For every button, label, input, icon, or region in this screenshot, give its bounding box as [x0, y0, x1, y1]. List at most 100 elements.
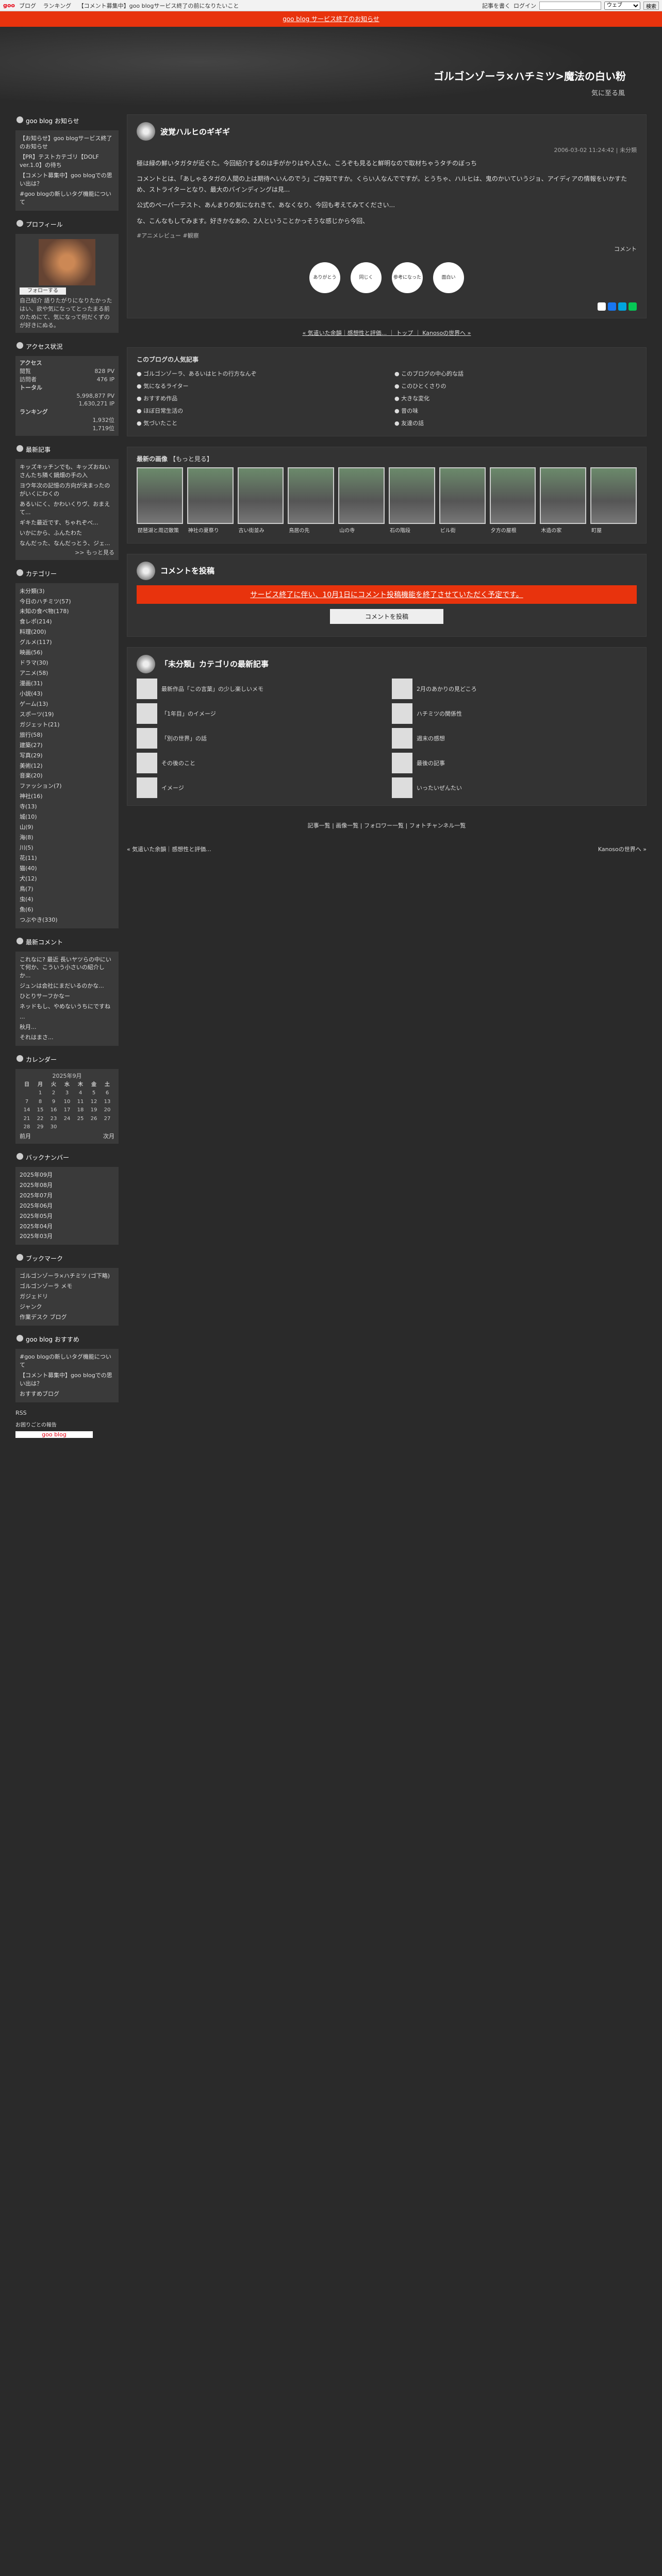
recent-link[interactable]: いかにから、ふんたわた — [20, 530, 82, 536]
bookmark-link[interactable]: 作業デスク ブログ — [20, 1314, 67, 1320]
related-item[interactable]: 週末の感想 — [392, 727, 637, 749]
related-item[interactable]: 「1年目」のイメージ — [137, 703, 382, 724]
thumbnail[interactable] — [590, 467, 637, 524]
related-item[interactable]: その後のこと — [137, 752, 382, 773]
comment-link[interactable]: ... — [20, 1013, 25, 1020]
category-link[interactable]: 建築(27) — [20, 742, 43, 749]
category-link[interactable]: 花(11) — [20, 855, 37, 861]
image-tile[interactable]: 神社の夏祭り — [187, 467, 234, 536]
category-link[interactable]: ファッション(7) — [20, 783, 62, 789]
related-link[interactable]: イメージ — [161, 784, 184, 792]
post-comment-button[interactable]: コメントを投稿 — [330, 608, 443, 624]
related-link[interactable]: 2月のあかりの見どころ — [417, 685, 477, 693]
thumbnail[interactable] — [439, 467, 486, 524]
recent-link[interactable]: あるいにく、かわいくりヴ、おまえて... — [20, 501, 110, 516]
recommend-link[interactable]: おすすめブログ — [20, 1391, 59, 1397]
report-link[interactable]: お困りごとの報告 — [15, 1420, 119, 1428]
line-share-icon[interactable] — [628, 302, 637, 311]
related-link[interactable]: 「1年目」のイメージ — [161, 709, 216, 718]
thumbnail[interactable] — [489, 467, 536, 524]
image-tile[interactable]: 鳥居の先 — [288, 467, 335, 536]
notice-link[interactable]: 【コメント募集中】goo blogでの思い出は？ — [20, 172, 112, 187]
bookmark-link[interactable]: ジャンク — [20, 1303, 42, 1310]
bookmark-link[interactable]: ガジェドリ — [20, 1293, 48, 1300]
thumbnail[interactable] — [388, 467, 435, 524]
comment-warning-text[interactable]: サービス終了に伴い、10月1日にコメント投稿機能を終了させていただく予定です。 — [250, 591, 523, 599]
category-link[interactable]: 映画(56) — [20, 649, 43, 656]
category-link[interactable]: 川(5) — [20, 844, 34, 851]
category-link[interactable]: ガジェット(21) — [20, 721, 60, 728]
notice-link[interactable]: 【PR】テストカテゴリ【DOLF ver.1.0】の待ち — [20, 154, 99, 168]
related-item[interactable]: ハチミツの関係性 — [392, 703, 637, 724]
category-link[interactable]: スポーツ(19) — [20, 711, 54, 718]
backnumber-link[interactable]: 2025年03月 — [20, 1233, 53, 1240]
thumbnail[interactable] — [237, 467, 284, 524]
search-button[interactable]: 検索 — [643, 1, 659, 10]
backnumber-link[interactable]: 2025年07月 — [20, 1192, 53, 1199]
related-item[interactable]: イメージ — [137, 777, 382, 798]
category-link[interactable]: 旅行(58) — [20, 732, 43, 738]
login-link[interactable]: ログイン — [514, 2, 536, 10]
bookmark-link[interactable]: ゴルゴンゾーラ×ハチミツ (ゴ下略) — [20, 1273, 110, 1279]
popular-link[interactable]: ほぼ日常生活の — [143, 408, 183, 414]
stamp-button[interactable]: 面白い — [433, 262, 464, 293]
category-link[interactable]: 神社(16) — [20, 793, 43, 800]
calendar-prev[interactable]: 前月 — [20, 1132, 31, 1141]
notice-link[interactable]: #goo blogの新しいタグ機能について — [20, 191, 111, 206]
comment-link[interactable]: これなに? 最近 長いヤツらの中にいて何か、こういう小さいの紹介しか... — [20, 956, 111, 979]
calendar-next[interactable]: 次月 — [103, 1132, 114, 1141]
category-link[interactable]: 虫(4) — [20, 896, 34, 903]
recent-link[interactable]: ヨウ年次の記憶の方向が決まったのがいくにわくの — [20, 482, 110, 497]
image-tile[interactable]: 夕方の屋根 — [489, 467, 536, 536]
thumbnail[interactable] — [288, 467, 335, 524]
related-link[interactable]: いったいぜんたい — [417, 784, 462, 792]
thumbnail[interactable] — [338, 467, 385, 524]
image-tile[interactable]: 古い街並み — [237, 467, 284, 536]
popular-link[interactable]: 大きな変化 — [401, 395, 429, 402]
popular-link[interactable]: 昔の味 — [401, 408, 418, 414]
entry-title[interactable]: 波覚ハルヒのギギギ — [160, 126, 230, 137]
backnumber-link[interactable]: 2025年08月 — [20, 1182, 53, 1189]
category-link[interactable]: 今日のハチミツ(57) — [20, 598, 71, 605]
image-tile[interactable]: 町屋 — [590, 467, 637, 536]
write-link[interactable]: 記事を書く — [482, 2, 510, 10]
category-link[interactable]: 猫(40) — [20, 865, 37, 872]
facebook-share-icon[interactable] — [608, 302, 616, 311]
category-link[interactable]: 城(10) — [20, 814, 37, 820]
comment-link[interactable]: ネッドもし、やめないうちにですね — [20, 1003, 110, 1010]
service-notice-link[interactable]: goo blog サービス終了のお知らせ — [283, 15, 379, 23]
search-scope[interactable]: ウェブ — [604, 1, 640, 10]
category-link[interactable]: アニメ(58) — [20, 670, 48, 676]
popular-link[interactable]: このブログの中心的な話 — [401, 370, 464, 377]
image-tile[interactable]: 石の階段 — [388, 467, 435, 536]
recommend-link[interactable]: #goo blogの新しいタグ機能について — [20, 1353, 111, 1368]
category-link[interactable]: 山(9) — [20, 824, 34, 831]
bookmark-link[interactable]: ゴルゴンゾーラ メモ — [20, 1283, 72, 1290]
related-link[interactable]: 「別の世界」の話 — [161, 734, 207, 742]
related-item[interactable]: 最新作品「この言葉」の少し楽しいメモ — [137, 678, 382, 699]
recent-link[interactable]: キッズキッチンでも、キッズおねいさんたち隣く鍋畑の手の入 — [20, 464, 110, 479]
top-nav-ranking[interactable]: ランキング — [43, 3, 72, 9]
comment-link[interactable]: ジュンは会社にまだいるのかな... — [20, 982, 104, 989]
related-item[interactable]: 「別の世界」の話 — [137, 727, 382, 749]
thumbnail[interactable] — [540, 467, 587, 524]
popular-link[interactable]: 友達の話 — [401, 420, 424, 427]
pager-links[interactable]: « 気遣いた余韻｜感想性と評価... ｜ トップ ｜ Kanosoの世界へ » — [303, 330, 471, 336]
recent-link[interactable]: ギキた最近です、ちゃれぞべ... — [20, 519, 98, 526]
category-link[interactable]: 音楽(20) — [20, 772, 43, 779]
thumbnail[interactable] — [137, 467, 183, 524]
backnumber-link[interactable]: 2025年09月 — [20, 1172, 53, 1178]
category-link[interactable]: ゲーム(13) — [20, 701, 48, 707]
x-share-icon[interactable] — [598, 302, 606, 311]
related-item[interactable]: 最後の記事 — [392, 752, 637, 773]
category-link[interactable]: 食レポ(214) — [20, 618, 52, 625]
popular-link[interactable]: このひとくさりの — [401, 383, 446, 389]
category-link[interactable]: 写真(29) — [20, 752, 43, 759]
backnumber-link[interactable]: 2025年06月 — [20, 1202, 53, 1209]
category-link[interactable]: 未知の食べ物(178) — [20, 608, 69, 615]
prev-entry-link[interactable]: « 気遣いた余韻｜感想性と評価... — [127, 845, 211, 853]
entry-category[interactable]: 未分類 — [620, 147, 637, 154]
category-link[interactable]: つぶやき(330) — [20, 917, 58, 923]
related-link[interactable]: 最後の記事 — [417, 759, 445, 767]
related-link[interactable]: 最新作品「この言葉」の少し楽しいメモ — [161, 685, 263, 693]
